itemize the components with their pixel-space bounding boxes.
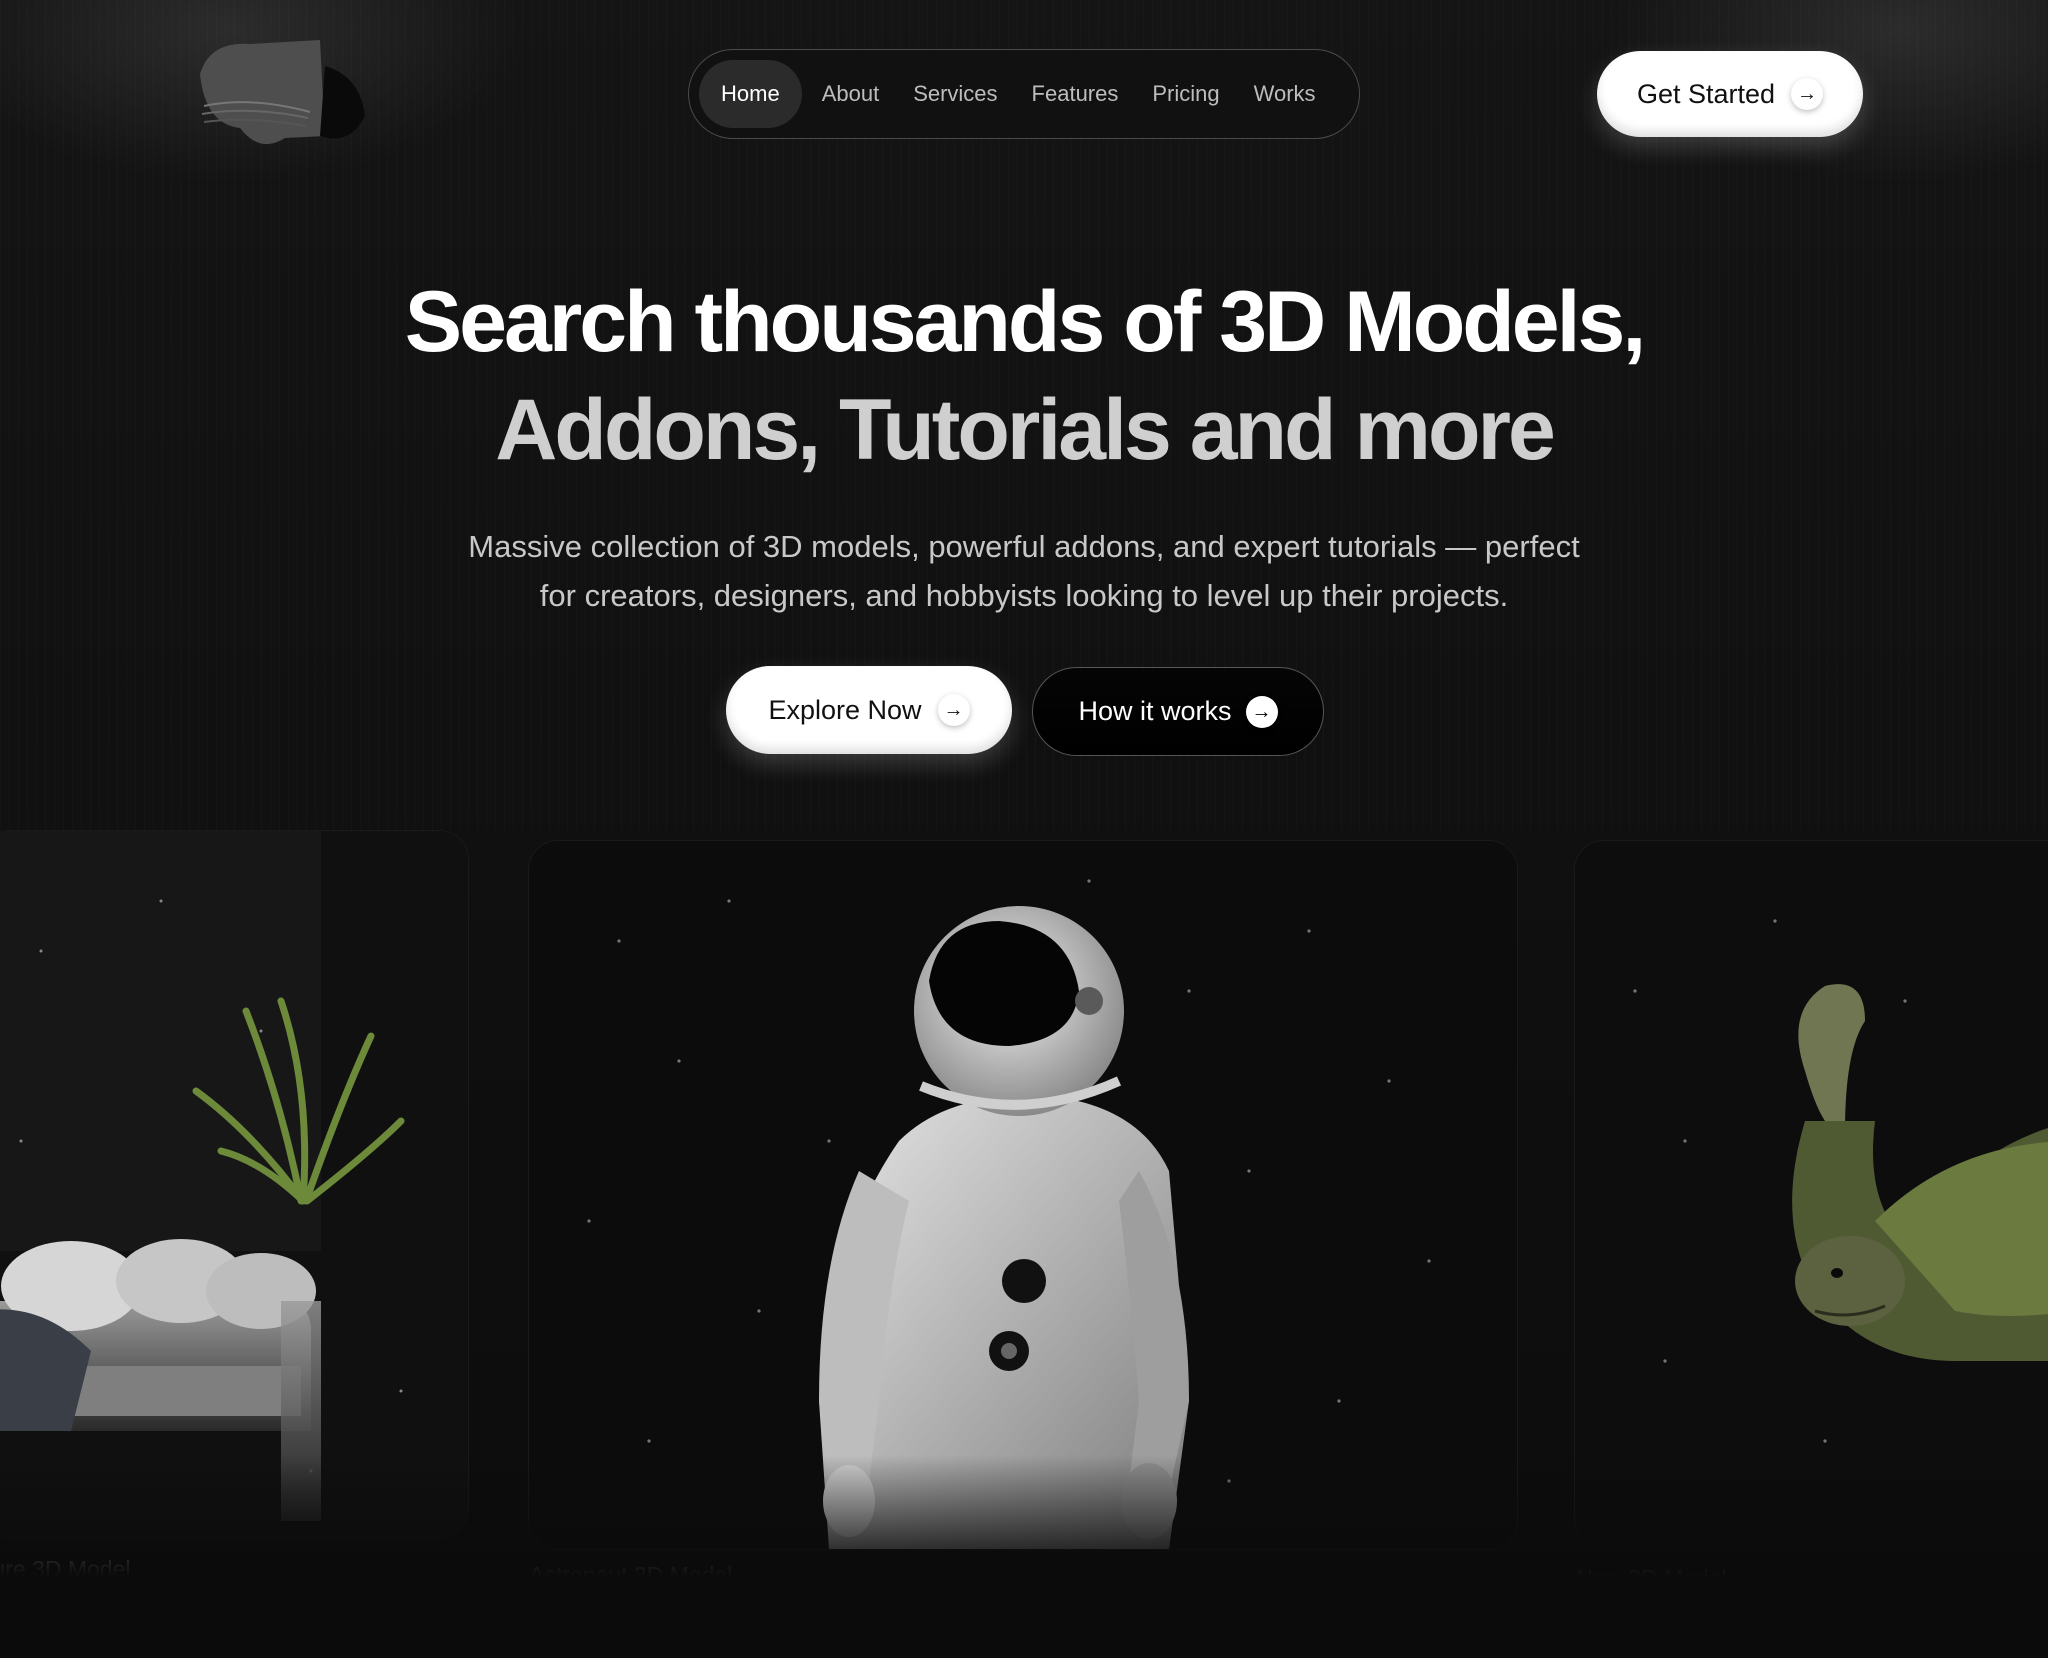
hero-subtitle: Massive collection of 3D models, powerfu… — [374, 522, 1674, 620]
card-caption-new: New 3D Model — [1576, 1565, 1727, 1591]
nav-item-features[interactable]: Features — [1018, 60, 1133, 128]
hero-title-line1: Search thousands of 3D Models, — [404, 274, 1646, 370]
arrow-right-icon: → — [1791, 78, 1824, 110]
get-started-button[interactable]: Get Started → — [1597, 51, 1863, 137]
model-card-new[interactable] — [1574, 840, 2048, 1550]
astronaut-image — [529, 841, 1517, 1549]
card-caption-astronaut: Astronaut 3D Model — [529, 1562, 733, 1588]
hero-subtitle-line2: for creators, designers, and hobbyists l… — [539, 578, 1509, 613]
get-started-label: Get Started — [1636, 78, 1776, 109]
brand-logo-icon[interactable] — [190, 36, 390, 146]
hero-title-line2: Addons, Tutorials and more — [495, 382, 1556, 478]
nav-item-home[interactable]: Home — [699, 60, 802, 128]
how-it-works-button[interactable]: How it works → — [1032, 667, 1324, 756]
card-caption-furniture: ture 3D Model — [0, 1556, 131, 1582]
nav-item-services[interactable]: Services — [899, 60, 1011, 128]
how-it-works-label: How it works — [1078, 696, 1232, 726]
nav-item-about[interactable]: About — [808, 60, 894, 128]
sofa-image — [0, 831, 468, 1537]
landing-page: Home About Services Features Pricing Wor… — [0, 0, 2048, 1658]
hero-subtitle-line1: Massive collection of 3D models, powerfu… — [468, 529, 1580, 564]
model-card-astronaut[interactable] — [528, 840, 1518, 1550]
nav-item-works[interactable]: Works — [1240, 60, 1330, 128]
model-card-furniture[interactable] — [0, 830, 469, 1538]
explore-now-label: Explore Now — [768, 694, 922, 725]
hero-title: Search thousands of 3D Models, Addons, T… — [0, 268, 2048, 484]
arrow-right-circle-icon: → — [1245, 695, 1278, 728]
arrow-right-icon: → — [937, 694, 970, 726]
main-navigation: Home About Services Features Pricing Wor… — [688, 49, 1360, 139]
nav-item-pricing[interactable]: Pricing — [1138, 60, 1233, 128]
sea-turtle-image — [1575, 841, 2048, 1549]
explore-now-button[interactable]: Explore Now → — [726, 666, 1012, 754]
